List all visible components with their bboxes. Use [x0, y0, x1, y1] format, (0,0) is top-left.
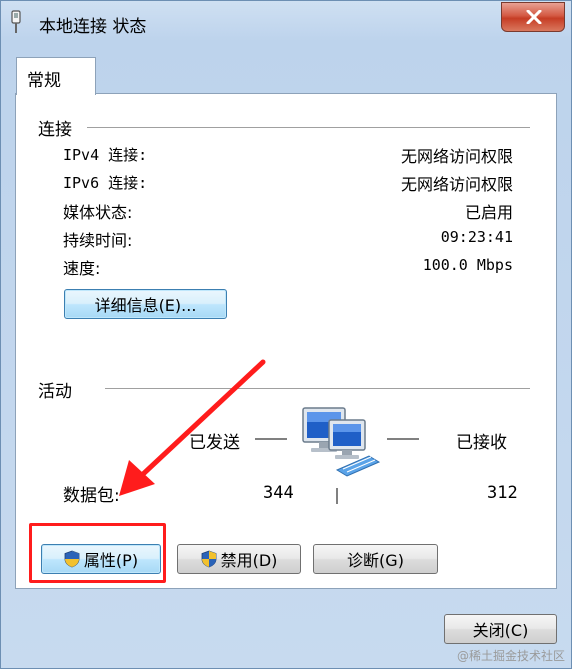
connection-divider — [87, 127, 530, 128]
highlight-box — [29, 523, 166, 583]
packets-received-value: 312 — [487, 483, 518, 503]
details-button-label: 详细信息(E)... — [94, 296, 197, 315]
connection-status-window: 本地连接 状态 常规 连接 IPv4 连接: 无网络访问权限 IPv6 连接: … — [0, 0, 572, 669]
media-state-label: 媒体状态: — [63, 203, 133, 222]
ipv6-label: IPv6 连接: — [63, 174, 148, 192]
tab-general-label: 常规 — [27, 71, 61, 91]
annotation-arrow — [119, 359, 266, 496]
ipv6-value: 无网络访问权限 — [400, 175, 513, 194]
close-x-icon — [526, 10, 542, 24]
connection-heading: 连接 — [38, 120, 72, 140]
speed-label: 速度: — [63, 259, 101, 278]
diagnose-button-label: 诊断(G) — [347, 551, 404, 570]
window-close-button[interactable] — [501, 2, 565, 32]
close-button[interactable]: 关闭(C) — [444, 614, 557, 644]
tab-general[interactable]: 常规 — [16, 57, 96, 95]
activity-heading: 活动 — [38, 382, 72, 402]
received-label: 已接收 — [456, 433, 507, 453]
watermark: @稀土掘金技术社区 — [456, 649, 565, 663]
disable-button[interactable]: 禁用(D) — [177, 544, 301, 574]
duration-value: 09:23:41 — [440, 228, 513, 246]
disable-button-label: 禁用(D) — [220, 551, 278, 570]
diagnose-button[interactable]: 诊断(G) — [313, 544, 438, 574]
title-bar: 本地连接 状态 — [1, 1, 571, 45]
media-state-value: 已启用 — [464, 203, 513, 222]
network-computers-icon — [302, 407, 381, 477]
close-button-label: 关闭(C) — [472, 621, 529, 640]
speed-value: 100.0 Mbps — [422, 256, 513, 274]
window-title: 本地连接 状态 — [39, 17, 147, 37]
duration-label: 持续时间: — [63, 231, 133, 250]
general-panel — [15, 93, 557, 589]
ipv4-label: IPv4 连接: — [63, 146, 148, 164]
received-dash — [387, 438, 419, 440]
activity-connector-line — [336, 488, 338, 504]
ipv4-value: 无网络访问权限 — [400, 147, 513, 166]
details-button[interactable]: 详细信息(E)... — [64, 289, 227, 319]
network-adapter-icon — [11, 10, 21, 33]
uac-shield-icon — [201, 550, 216, 568]
